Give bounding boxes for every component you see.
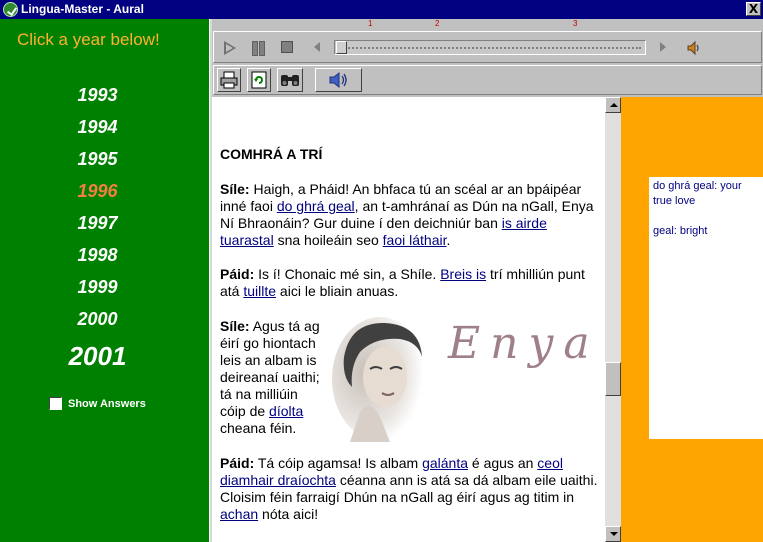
gloss-box: do ghrá geal: your true love geal: brigh…	[649, 177, 763, 439]
year-link-2001[interactable]: 2001	[0, 341, 195, 372]
dialogue-text: aici le bliain anuas.	[276, 283, 399, 299]
speaker-icon	[329, 71, 347, 89]
dialogue-text: cóip de	[220, 403, 270, 419]
seek-ticks	[345, 47, 641, 49]
dialogue-text: é agus an	[468, 455, 538, 471]
dialogue-text: .	[446, 232, 451, 248]
printer-icon	[220, 71, 238, 89]
dialogue-paragraph-2: Páid: Is í! Chonaic mé sin, a Shíle. Bre…	[220, 266, 600, 300]
lesson-content: COMHRÁ A TRÍ Síle: Haigh, a Pháid! An bh…	[212, 97, 605, 542]
seek-bar[interactable]	[334, 40, 646, 55]
year-link-2000[interactable]: 2000	[0, 309, 195, 330]
vocab-link[interactable]: tuillte	[243, 283, 276, 299]
dialogue-paragraph-3: Síle: Agus tá ag éirí go hiontach leis an …	[220, 318, 330, 437]
dialogue-paragraph-4: Páid: Tá cóip agamsa! Is albam galánta é…	[220, 455, 600, 523]
close-button[interactable]: X	[746, 2, 761, 16]
vocab-link[interactable]: do ghrá geal	[277, 198, 355, 214]
year-panel: Click a year below! 1993 1994 1995 1996 …	[0, 19, 209, 542]
dialogue-text: sna hoileáin seo	[273, 232, 383, 248]
speaker-name: Páid:	[220, 266, 255, 282]
play-icon[interactable]	[224, 41, 236, 55]
year-link-1995[interactable]: 1995	[0, 149, 195, 170]
app-icon[interactable]	[3, 2, 18, 17]
scroll-down-button[interactable]	[605, 526, 621, 542]
year-link-1996[interactable]: 1996	[0, 181, 195, 202]
forward-icon[interactable]	[660, 42, 666, 52]
playback-controls	[213, 31, 762, 63]
rewind-icon[interactable]	[314, 42, 320, 52]
gloss-entry: do ghrá geal: your true love	[653, 180, 742, 207]
vocab-link[interactable]: Breis is	[440, 266, 486, 282]
year-link-1997[interactable]: 1997	[0, 213, 195, 234]
window-title: Lingua-Master - Aural	[21, 2, 144, 16]
dialogue-text: Tá cóip agamsa! Is albam	[254, 455, 423, 471]
show-answers-checkbox[interactable]	[49, 397, 62, 410]
vocab-link[interactable]: díolta	[269, 403, 303, 419]
content-scrollbar[interactable]	[605, 97, 621, 542]
gloss-panel: do ghrá geal: your true love geal: brigh…	[621, 97, 763, 542]
refresh-icon	[251, 71, 267, 89]
track-marker-1: 1	[368, 19, 373, 28]
speaker-name: Páid:	[220, 455, 255, 471]
dialogue-text: tá na milliúin	[220, 386, 298, 402]
tools-row	[213, 65, 762, 95]
title-bar[interactable]: Lingua-Master - Aural X	[0, 0, 763, 19]
enya-logo-text: Enya	[448, 318, 600, 369]
binoculars-icon	[281, 75, 299, 86]
dialogue-text: leis an albam is	[220, 352, 317, 368]
application-window: Lingua-Master - Aural X Click a year bel…	[0, 0, 763, 542]
show-answers-label: Show Answers	[68, 397, 146, 410]
track-marker-3: 3	[573, 19, 578, 28]
pause-icon[interactable]	[252, 41, 265, 56]
scroll-thumb[interactable]	[605, 362, 621, 396]
enya-photo: Enya	[330, 317, 590, 442]
dialogue-text: éirí go hiontach	[220, 335, 316, 351]
year-link-1998[interactable]: 1998	[0, 245, 195, 266]
dialogue-text: Is í! Chonaic mé sin, a Shíle.	[254, 266, 441, 282]
seek-thumb[interactable]	[336, 41, 347, 54]
lesson-heading: COMHRÁ A TRÍ	[220, 146, 323, 162]
speaker-name: Síle:	[220, 181, 250, 197]
stop-icon[interactable]	[281, 41, 293, 53]
audio-button[interactable]	[315, 68, 362, 92]
vocab-link[interactable]: galánta	[422, 455, 468, 471]
print-button[interactable]	[217, 68, 241, 92]
dialogue-text: cheana féin.	[220, 420, 297, 436]
find-button[interactable]	[277, 68, 303, 92]
speaker-volume-icon[interactable]	[686, 40, 702, 56]
gloss-entry: geal: bright	[653, 225, 708, 237]
refresh-button[interactable]	[247, 68, 271, 92]
show-answers-toggle[interactable]: Show Answers	[49, 397, 146, 410]
dialogue-paragraph-1: Síle: Haigh, a Pháid! An bhfaca tú an sc…	[220, 181, 600, 249]
speaker-name: Síle:	[220, 318, 250, 334]
scroll-up-button[interactable]	[605, 97, 621, 113]
vocab-link[interactable]: faoi láthair	[383, 232, 447, 248]
track-marker-2: 2	[435, 19, 440, 28]
year-link-1994[interactable]: 1994	[0, 117, 195, 138]
dialogue-text: Agus tá ag	[249, 318, 320, 334]
dialogue-text: deireanaí uaithi;	[220, 369, 320, 385]
vocab-link[interactable]: achan	[220, 506, 258, 522]
year-link-1999[interactable]: 1999	[0, 277, 195, 298]
year-link-1993[interactable]: 1993	[0, 85, 195, 106]
year-prompt: Click a year below!	[17, 30, 160, 49]
player-toolbar: 1 2 3	[212, 19, 763, 97]
dialogue-text: nóta aici!	[258, 506, 319, 522]
